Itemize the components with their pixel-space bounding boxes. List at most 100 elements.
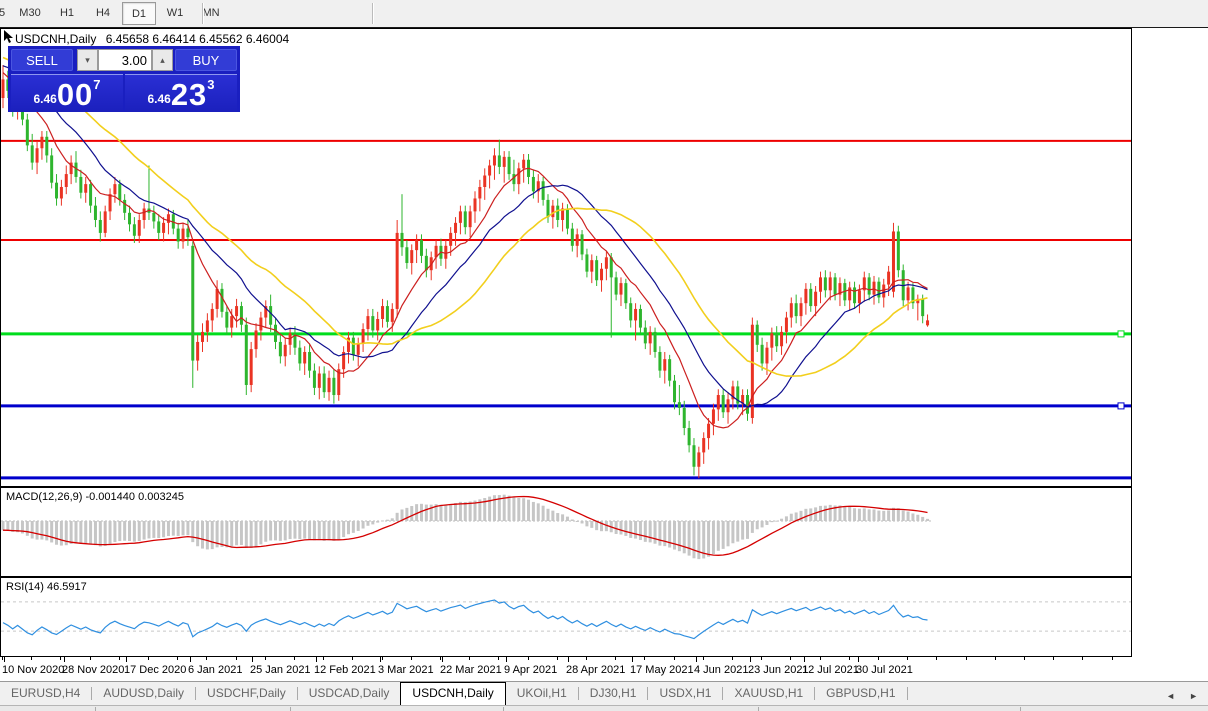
macd-bar — [566, 517, 569, 521]
hline-handle[interactable] — [1118, 403, 1124, 409]
macd-bar — [410, 506, 413, 521]
tab-scroll-left-icon[interactable]: ◄ — [1166, 691, 1175, 701]
sell-price-display[interactable]: 6.46 00 7 — [11, 74, 123, 112]
candles — [2, 65, 930, 478]
candle — [576, 234, 579, 245]
candle — [615, 277, 618, 294]
macd-bar — [863, 508, 866, 521]
macd-bar — [264, 521, 267, 542]
status-separator — [503, 707, 504, 711]
buy-button[interactable]: BUY — [175, 49, 237, 71]
macd-bar — [128, 521, 131, 541]
candle — [926, 320, 929, 325]
tab-gbpusd-h1[interactable]: GBPUSD,H1 — [815, 683, 906, 705]
macd-bar — [459, 502, 462, 521]
candle — [118, 184, 121, 200]
candle — [702, 438, 705, 452]
timeframe-5-button[interactable]: 5 — [0, 2, 10, 25]
macd-bar — [347, 521, 350, 534]
tab-eurusd-h4[interactable]: EURUSD,H4 — [0, 683, 91, 705]
candle — [478, 187, 481, 198]
sell-button[interactable]: SELL — [11, 49, 73, 71]
buy-price-display[interactable]: 6.46 23 3 — [125, 74, 237, 112]
candle — [639, 309, 642, 328]
macd-bar — [230, 521, 233, 547]
macd-bar — [727, 521, 730, 546]
macd-bar — [634, 521, 637, 539]
macd-bar — [396, 513, 399, 521]
macd-bar — [585, 521, 588, 526]
candle — [391, 309, 394, 322]
tab-scroll-arrows: ◄► — [1166, 691, 1208, 701]
timeframe-mn-button[interactable]: MN — [194, 2, 228, 25]
macd-bar — [678, 521, 681, 551]
candle — [605, 257, 608, 268]
tab-usdcad-daily[interactable]: USDCAD,Daily — [298, 683, 401, 705]
tab-ukoil-h1[interactable]: UKOil,H1 — [506, 683, 578, 705]
macd-axis[interactable]: 0.0256090.00-0.040386 — [1132, 487, 1208, 577]
timeframe-h1-button[interactable]: H1 — [50, 2, 84, 25]
macd-bar — [775, 521, 778, 522]
macd-bar — [26, 521, 29, 536]
macd-bar — [439, 505, 442, 521]
candle — [498, 155, 501, 166]
rsi-row: RSI(14) 46.5917 10070300 — [0, 577, 1208, 657]
tab-scroll-right-icon[interactable]: ► — [1189, 691, 1198, 701]
volume-input[interactable] — [98, 49, 152, 71]
macd-bar — [829, 505, 832, 521]
status-strip — [0, 705, 1208, 711]
macd-bar — [425, 505, 428, 521]
rsi-panel[interactable]: RSI(14) 46.5917 — [0, 577, 1132, 657]
macd-bar — [561, 514, 564, 521]
rsi-canvas[interactable] — [1, 578, 1131, 656]
hline-handle[interactable] — [1118, 331, 1124, 337]
macd-bar — [731, 521, 734, 543]
tab-usdchf-daily[interactable]: USDCHF,Daily — [196, 683, 297, 705]
timeframe-w1-button[interactable]: W1 — [158, 2, 192, 25]
candle — [162, 223, 165, 233]
candle — [366, 316, 369, 329]
candle — [152, 213, 155, 222]
candle — [464, 211, 467, 227]
macd-panel[interactable]: MACD(12,26,9) -0.001440 0.003245 — [0, 487, 1132, 577]
rsi-axis[interactable]: 10070300 — [1132, 577, 1208, 657]
candle — [50, 155, 53, 182]
time-tick-mark — [674, 657, 675, 660]
macd-bar — [581, 521, 584, 523]
macd-bar — [40, 521, 43, 540]
date-label: 3 Mar 2021 — [378, 664, 434, 676]
macd-bar — [6, 521, 9, 531]
candle — [551, 206, 554, 217]
volume-increase-button[interactable]: ▴ — [152, 49, 173, 71]
candle — [673, 381, 676, 403]
timeframe-m30-button[interactable]: M30 — [12, 2, 48, 25]
tab-dj30-h1[interactable]: DJ30,H1 — [579, 683, 648, 705]
timeframe-h4-button[interactable]: H4 — [86, 2, 120, 25]
macd-bar — [79, 521, 82, 544]
candle — [405, 247, 408, 263]
candle — [94, 206, 97, 220]
tab-xauusd-h1[interactable]: XAUUSD,H1 — [723, 683, 814, 705]
macd-bar — [887, 510, 890, 521]
macd-bar — [89, 521, 92, 544]
candle — [921, 299, 924, 316]
tab-usdx-h1[interactable]: USDX,H1 — [648, 683, 722, 705]
tab-audusd-daily[interactable]: AUDUSD,Daily — [92, 683, 195, 705]
time-tick-mark — [907, 657, 908, 660]
time-tick-mark — [440, 657, 441, 660]
time-axis[interactable]: 10 Nov 202028 Nov 202017 Dec 20206 Jan 2… — [0, 657, 1208, 681]
volume-decrease-button[interactable]: ▾ — [77, 49, 98, 71]
price-axis[interactable]: 6.644306.621556.598806.575406.552656.529… — [1132, 28, 1208, 487]
candle — [585, 254, 588, 271]
candle — [196, 342, 199, 361]
timeframe-d1-button[interactable]: D1 — [122, 2, 156, 25]
macd-bar — [454, 503, 457, 521]
candle — [352, 338, 355, 355]
candle — [55, 183, 58, 199]
tab-usdcnh-daily[interactable]: USDCNH,Daily — [400, 682, 505, 705]
candle — [765, 348, 768, 364]
macd-bar — [328, 521, 331, 540]
candle — [206, 320, 209, 331]
candle — [31, 145, 34, 162]
macd-bar — [240, 521, 243, 545]
